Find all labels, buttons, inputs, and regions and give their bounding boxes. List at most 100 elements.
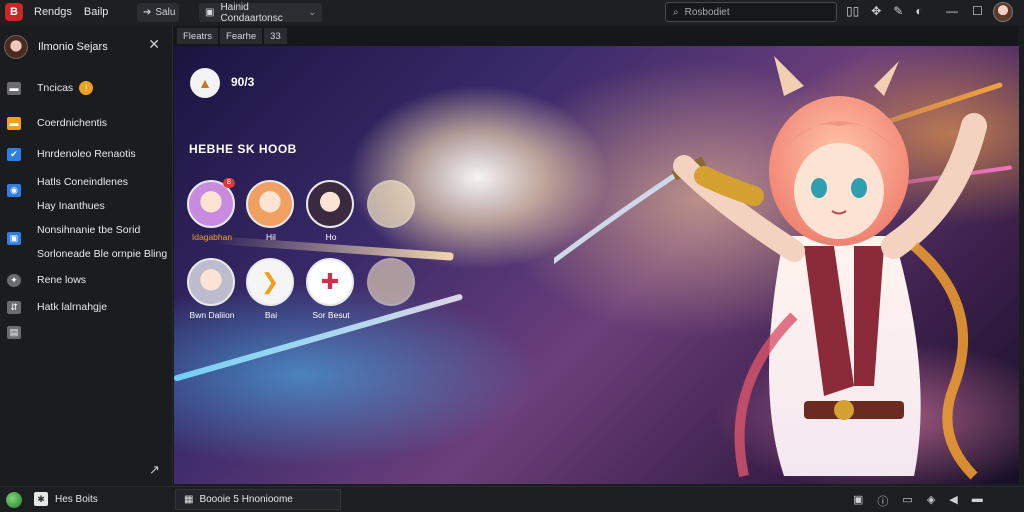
sidebar-item-9[interactable]: ⇵ Hatk lalrnahgje (0, 298, 172, 316)
sidebar: Ilmonio Sejars ✕ ▬ Tncicas! ▬ Coerdniche… (0, 26, 172, 486)
system-tray: ▣ ⓘ ▭ ◈ ◀ ▬ (853, 493, 983, 509)
avatar (187, 258, 235, 306)
sidebar-item-7[interactable]: Sorloneade Ble ornpie Bling (0, 245, 172, 263)
sidebar-item-label: Coerdnichentis (37, 117, 108, 129)
avatar (367, 258, 415, 306)
user-avatar[interactable] (993, 2, 1013, 22)
sidebar-item-label: Nonsihnanie tbe Sorid (37, 224, 141, 236)
character-illustration (554, 56, 987, 480)
friend-name: Bai (264, 310, 278, 320)
sidebar-item-label: Hatk lalrnahgje (37, 301, 108, 313)
friends-icon: ▣ (7, 232, 21, 245)
friend-avatar[interactable] (367, 258, 417, 318)
location-dropdown[interactable]: ▣ Hainid Condaartonsc ⌄ (199, 1, 322, 24)
sidebar-item-label: Rene lows (37, 274, 87, 286)
friend-avatar[interactable]: ✚ Sor Besut (306, 258, 356, 320)
minimize-icon[interactable]: — (946, 4, 958, 18)
friend-avatar[interactable]: ❯ Bai (246, 258, 296, 320)
search-placeholder: Rosbodiet (684, 6, 730, 18)
window-controls: — ☐ (946, 4, 983, 18)
tab-1[interactable]: Fleatrs (177, 28, 219, 44)
sidebar-item-label: Sorloneade Ble ornpie Bling (37, 248, 168, 260)
chevron-down-icon: ⌄ (308, 7, 316, 17)
hero-artwork: ▲ 90/3 HEBHE SK HOOB 8 Idagabhan Hil Ho (174, 46, 1019, 484)
sidebar-item-label: Hnrdenoleo Renaotis (37, 148, 136, 160)
tab-2[interactable]: Fearhe (220, 28, 263, 44)
volume-icon[interactable]: ◈ (927, 493, 935, 509)
bookmark-icon[interactable]: ▯▯ (846, 4, 859, 18)
avatar[interactable] (4, 35, 28, 59)
game-thumbnail-icon: ▦ (184, 494, 194, 505)
app-window: B Rendgs Bailp ➔ Salu ▣ Hainid Condaarto… (0, 0, 1024, 512)
friend-name: Idagabhan (191, 232, 233, 242)
maximize-icon[interactable]: ☐ (972, 4, 983, 18)
search-icon: ⌕ (673, 6, 679, 18)
sidebar-item-label: Tncicas! (37, 81, 94, 95)
gamepad-icon[interactable]: ✥ (871, 4, 881, 18)
app-logo-icon[interactable]: B (5, 3, 23, 21)
warning-badge: ! (79, 81, 94, 95)
now-playing-label: Boooie 5 Hnonioome (199, 494, 293, 505)
file-icon: ▤ (7, 325, 21, 339)
toolbar-icons: ▯▯ ✥ ✎ ◐ (846, 4, 923, 18)
lock-icon: ▣ (205, 7, 215, 18)
sidebar-item-5[interactable]: Hay Inanthues (0, 197, 172, 215)
main-panel: Fleatrs Fearhe 33 ▲ 90/3 HEBHE SK HOOB 8… (172, 26, 1019, 484)
title-bar: B Rendgs Bailp ➔ Salu ▣ Hainid Condaarto… (0, 0, 1024, 26)
search-input[interactable]: ⌕ Rosbodiet (665, 2, 837, 22)
status-globe-icon[interactable] (6, 492, 22, 508)
friend-name: Sor Besut (312, 310, 350, 320)
friend-avatar[interactable]: Hil (246, 180, 296, 242)
close-icon[interactable]: ✕ (148, 36, 160, 53)
sidebar-item-2[interactable]: ▬ Coerdnichentis (0, 114, 172, 132)
avatar (367, 180, 415, 228)
sidebar-item-6[interactable]: ▣ Nonsihnanie tbe Sorid (0, 221, 172, 245)
avatar: ✚ (306, 258, 354, 306)
info-icon[interactable]: ⓘ (877, 493, 888, 509)
friend-avatar[interactable]: Ho (306, 180, 356, 242)
sidebar-item-label: Hay Inanthues (37, 200, 105, 212)
nav-label: Salu (155, 7, 176, 18)
main-menu: Rendgs Bailp (34, 6, 108, 18)
pin-icon[interactable]: ✎ (893, 4, 903, 18)
menu-item-2[interactable]: Bailp (84, 6, 108, 18)
sidebar-item-8[interactable]: ✦ Rene lows (0, 271, 172, 289)
game-logo-icon[interactable]: ▲ (190, 68, 220, 98)
now-playing-panel[interactable]: ▦ Boooie 5 Hnonioome (175, 489, 341, 510)
keyboard-icon[interactable]: ▬ (972, 493, 983, 509)
profile-header[interactable]: Ilmonio Sejars ✕ (4, 32, 168, 62)
status-bar: ✱ Hes Boits ▦ Boooie 5 Hnonioome ▣ ⓘ ▭ ◈… (0, 486, 1024, 512)
avatar: ❯ (246, 258, 294, 306)
location-label: Hainid Condaartonsc (220, 1, 283, 24)
overlay-title: HEBHE SK HOOB (189, 142, 297, 156)
sidebar-item-3[interactable]: ✔ Hnrdenoleo Renaotis (0, 145, 172, 163)
image-icon[interactable]: ▣ (853, 493, 863, 509)
profile-name: Ilmonio Sejars (38, 41, 108, 53)
friends-online-count: 90/3 (231, 75, 255, 89)
friend-avatar[interactable]: 8 Idagabhan (187, 178, 237, 242)
news-icon: ◉ (7, 184, 21, 197)
menu-item-1[interactable]: Rendgs (34, 6, 72, 18)
back-nav-button[interactable]: ➔ Salu (137, 3, 179, 22)
store-icon: ▬ (7, 116, 21, 130)
sidebar-item-10[interactable]: ▤ (0, 323, 172, 341)
friend-name: Ho (325, 232, 337, 242)
monitor-icon[interactable]: ▭ (902, 493, 912, 509)
library-icon: ✔ (7, 147, 21, 161)
tab-3[interactable]: 33 (264, 28, 287, 44)
avatar (246, 180, 294, 228)
friend-avatar[interactable]: Bwn Daliion (187, 258, 237, 320)
friend-avatar[interactable] (367, 180, 417, 240)
globe-icon[interactable]: ◐ (915, 4, 922, 18)
sidebar-item-label: Hatls Coneindlenes (37, 176, 129, 188)
navigate-icon: ➔ (143, 7, 152, 18)
speaker-icon[interactable]: ◀ (949, 493, 957, 509)
collapse-sidebar-icon[interactable]: ↗ (149, 462, 160, 478)
app-tile-icon[interactable]: ✱ (34, 492, 48, 506)
folder-icon: ▬ (7, 81, 21, 95)
notification-badge: 8 (223, 178, 235, 188)
sidebar-item-4[interactable]: ◉ Hatls Coneindlenes (0, 173, 172, 197)
tab-bar: Fleatrs Fearhe 33 (177, 28, 287, 44)
status-label: Hes Boits (55, 494, 98, 505)
sidebar-item-1[interactable]: ▬ Tncicas! (0, 79, 172, 97)
